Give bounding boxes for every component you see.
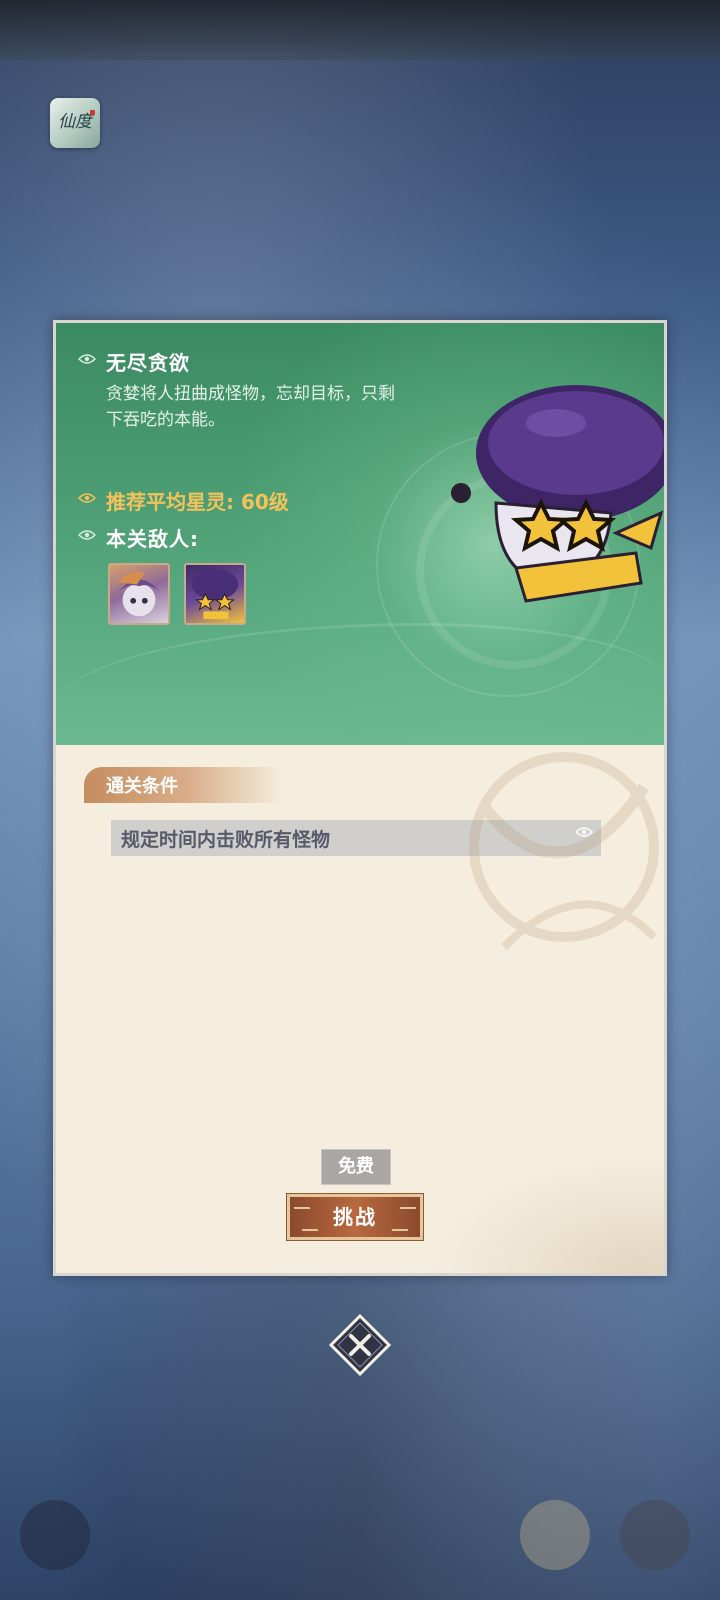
stage-hero: 无尽贪欲 贪婪将人扭曲成怪物，忘却目标，只剩下吞吃的本能。 推荐平均星灵: 60… [56, 323, 664, 745]
stage-title-row: 无尽贪欲 [78, 347, 190, 376]
bottom-right-control [620, 1500, 690, 1570]
enemy-avatar-icon [191, 568, 239, 620]
close-icon[interactable] [329, 1314, 391, 1376]
recommend-level: 推荐平均星灵: 60级 [106, 490, 289, 514]
decorative-pattern [469, 752, 659, 950]
eye-icon [78, 354, 96, 364]
boss-character-illustration [451, 385, 664, 603]
button-ornament-left [293, 1207, 319, 1231]
bottom-left-control [20, 1500, 90, 1570]
enemies-row: 本关敌人: [78, 523, 199, 552]
enemies-label: 本关敌人: [106, 527, 199, 551]
challenge-button[interactable]: 挑战 [286, 1193, 424, 1241]
clear-condition-tag: 通关条件 [84, 767, 284, 803]
button-ornament-right [391, 1207, 417, 1231]
enemy-portrait[interactable] [108, 563, 170, 625]
clear-condition-label: 通关条件 [106, 776, 178, 797]
stage-description: 贪婪将人扭曲成怪物，忘却目标，只剩下吞吃的本能。 [106, 384, 395, 430]
enemy-portrait[interactable] [184, 563, 246, 625]
cost-badge: 免费 [321, 1149, 391, 1185]
app-icon[interactable]: 仙度 [50, 98, 100, 148]
decorative-wave [424, 1153, 664, 1273]
recommend-row: 推荐平均星灵: 60级 [78, 486, 289, 515]
eye-icon [78, 530, 96, 540]
app-icon-label: 仙度 [58, 112, 92, 132]
bottom-right-control [520, 1500, 590, 1570]
seal-icon [90, 110, 95, 115]
enemy-avatar-icon [117, 571, 161, 617]
eye-icon [78, 493, 96, 503]
stage-panel: 无尽贪欲 贪婪将人扭曲成怪物，忘却目标，只剩下吞吃的本能。 推荐平均星灵: 60… [53, 320, 667, 1276]
decor-swirl [56, 623, 664, 745]
clear-condition-text: 规定时间内击败所有怪物 [121, 829, 331, 851]
challenge-button-label: 挑战 [333, 1205, 377, 1229]
top-status-area [0, 0, 720, 60]
stage-title: 无尽贪欲 [106, 351, 190, 375]
